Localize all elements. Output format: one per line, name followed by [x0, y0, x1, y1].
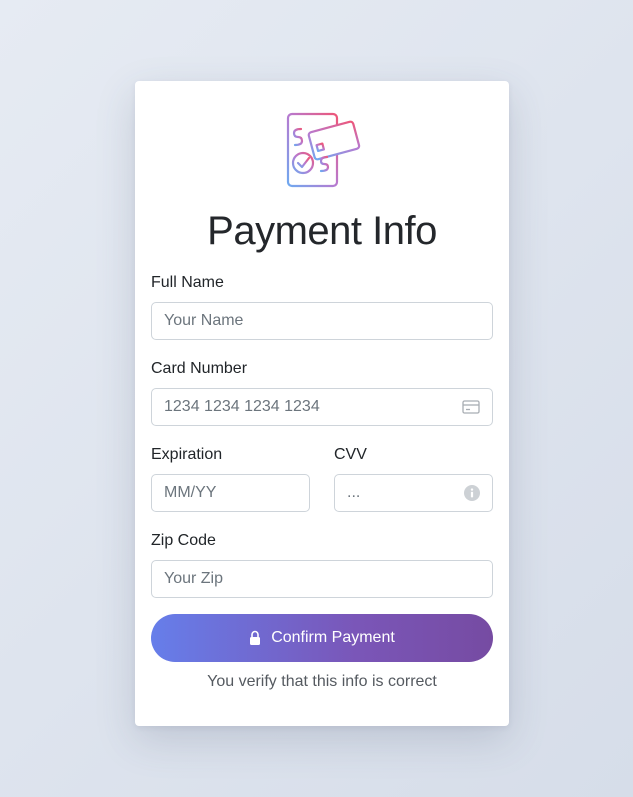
cvv-field [334, 474, 493, 512]
confirm-payment-label: Confirm Payment [271, 629, 395, 646]
confirm-payment-button[interactable]: Confirm Payment [151, 614, 493, 662]
verification-note: You verify that this info is correct [207, 673, 437, 690]
payment-card: Payment Info Full Name Card Number Expir… [135, 81, 509, 726]
expiration-label: Expiration [151, 446, 223, 463]
full-name-field [151, 302, 493, 340]
full-name-input[interactable] [152, 303, 492, 339]
lock-icon [249, 630, 261, 646]
expiration-field [151, 474, 310, 512]
card-number-input[interactable] [152, 389, 492, 425]
card-number-label: Card Number [151, 360, 248, 377]
page-title: Payment Info [207, 209, 437, 253]
mobile-payment-icon [285, 111, 363, 189]
card-number-field [151, 388, 493, 426]
zip-code-input[interactable] [152, 561, 492, 597]
cvv-label: CVV [334, 446, 367, 463]
info-icon[interactable] [464, 485, 480, 501]
zip-code-field [151, 560, 493, 598]
expiration-input[interactable] [152, 475, 309, 511]
credit-card-icon [462, 400, 480, 414]
full-name-label: Full Name [151, 274, 224, 291]
zip-code-label: Zip Code [151, 532, 216, 549]
